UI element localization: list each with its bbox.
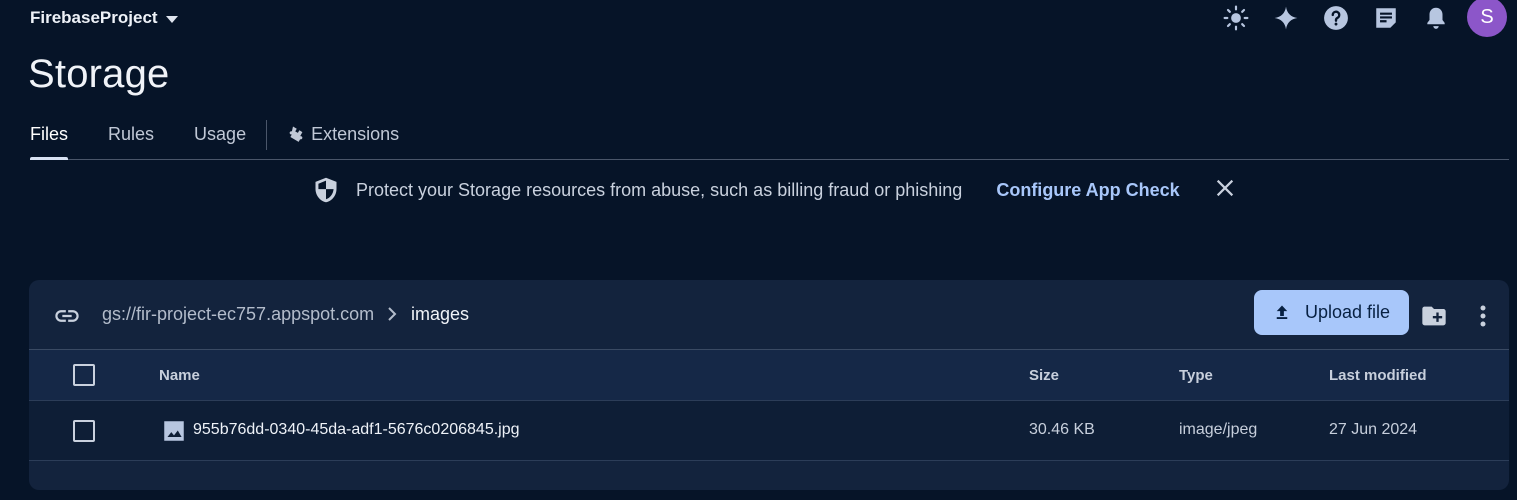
column-header-size[interactable]: Size xyxy=(1029,367,1059,384)
column-header-type[interactable]: Type xyxy=(1179,367,1213,384)
file-browser-panel: gs://fir-project-ec757.appspot.com image… xyxy=(29,280,1509,490)
file-type: image/jpeg xyxy=(1179,421,1258,438)
create-folder-icon xyxy=(1422,306,1446,326)
top-toolbar: S xyxy=(1211,0,1507,37)
row-checkbox[interactable] xyxy=(73,420,95,442)
help-icon[interactable] xyxy=(1311,0,1361,36)
tab-rules[interactable]: Rules xyxy=(108,112,154,159)
column-header-name[interactable]: Name xyxy=(159,367,200,384)
brightness-icon[interactable] xyxy=(1211,0,1261,36)
configure-app-check-link[interactable]: Configure App Check xyxy=(996,180,1179,201)
project-name: FirebaseProject xyxy=(30,8,158,27)
avatar[interactable]: S xyxy=(1467,0,1507,37)
upload-file-button[interactable]: Upload file xyxy=(1254,290,1409,335)
image-file-icon xyxy=(161,418,187,444)
extensions-icon xyxy=(289,126,303,142)
page-title: Storage xyxy=(28,52,170,96)
notifications-icon[interactable] xyxy=(1411,0,1461,36)
breadcrumb-current-folder: images xyxy=(411,304,470,324)
column-header-last-modified[interactable]: Last modified xyxy=(1329,367,1427,384)
tab-usage[interactable]: Usage xyxy=(194,112,246,159)
project-selector[interactable]: FirebaseProject xyxy=(30,7,178,29)
close-banner-button[interactable] xyxy=(1214,177,1236,204)
tab-extensions[interactable]: Extensions xyxy=(287,112,399,159)
shield-icon xyxy=(315,177,337,203)
tab-bar: Files Rules Usage Extensions xyxy=(30,112,1509,160)
close-icon xyxy=(1216,179,1233,196)
file-browser-toolbar: gs://fir-project-ec757.appspot.com image… xyxy=(29,280,1509,350)
file-name[interactable]: 955b76dd-0340-45da-adf1-5676c0206845.jpg xyxy=(193,421,520,439)
sparkle-icon[interactable] xyxy=(1261,0,1311,36)
feedback-icon[interactable] xyxy=(1361,0,1411,36)
more-options-button[interactable] xyxy=(1475,302,1491,330)
chevron-down-icon xyxy=(165,15,178,23)
tab-files[interactable]: Files xyxy=(30,112,69,160)
more-vert-icon xyxy=(1480,305,1486,327)
table-header: Name Size Type Last modified xyxy=(29,350,1509,401)
app-check-banner: Protect your Storage resources from abus… xyxy=(312,175,1236,205)
copy-link-button[interactable] xyxy=(53,302,81,330)
upload-icon xyxy=(1276,305,1288,319)
banner-text: Protect your Storage resources from abus… xyxy=(356,179,963,200)
file-size: 30.46 KB xyxy=(1029,421,1095,438)
tab-divider xyxy=(266,120,268,150)
select-all-checkbox[interactable] xyxy=(73,364,95,386)
chevron-right-icon xyxy=(384,304,400,324)
upload-file-label: Upload file xyxy=(1304,302,1391,322)
create-folder-button[interactable] xyxy=(1420,302,1448,330)
breadcrumb-bucket[interactable]: gs://fir-project-ec757.appspot.com xyxy=(102,304,374,325)
tab-extensions-label: Extensions xyxy=(311,124,400,144)
file-last-modified: 27 Jun 2024 xyxy=(1329,421,1418,438)
link-icon xyxy=(55,310,79,322)
table-row[interactable]: 955b76dd-0340-45da-adf1-5676c0206845.jpg… xyxy=(29,401,1509,461)
